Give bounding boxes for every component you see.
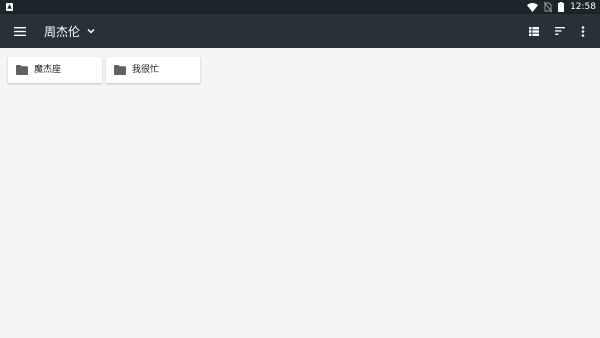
status-bar: ▲ 12:58 [0,0,600,14]
screen: ▲ 12:58 周杰伦 魔杰座 我很忙 [0,0,600,338]
toolbar: 周杰伦 [0,14,600,48]
status-icons: 12:58 [527,0,596,14]
menu-icon [14,26,26,36]
folder-item[interactable]: 我很忙 [106,57,200,83]
view-list-button[interactable] [524,21,544,41]
folder-icon [114,65,126,75]
menu-button[interactable] [10,21,30,41]
page-title: 周杰伦 [44,24,81,39]
folder-name: 魔杰座 [34,65,62,75]
sort-button[interactable] [550,21,570,41]
wifi-icon [527,2,539,12]
battery-icon [558,2,565,12]
notification-icon: ▲ [6,3,13,11]
more-options-button[interactable] [573,21,593,41]
no-sim-icon [544,2,553,12]
folder-grid: 魔杰座 我很忙 [0,48,600,338]
folder-icon [16,65,28,75]
title-dropdown[interactable]: 周杰伦 [44,14,96,48]
status-time: 12:58 [570,2,596,12]
more-vert-icon [581,25,585,37]
folder-name: 我很忙 [132,65,160,75]
chevron-down-icon [87,28,95,34]
view-list-icon [529,26,539,36]
folder-item[interactable]: 魔杰座 [8,57,102,83]
sort-icon [555,27,565,35]
